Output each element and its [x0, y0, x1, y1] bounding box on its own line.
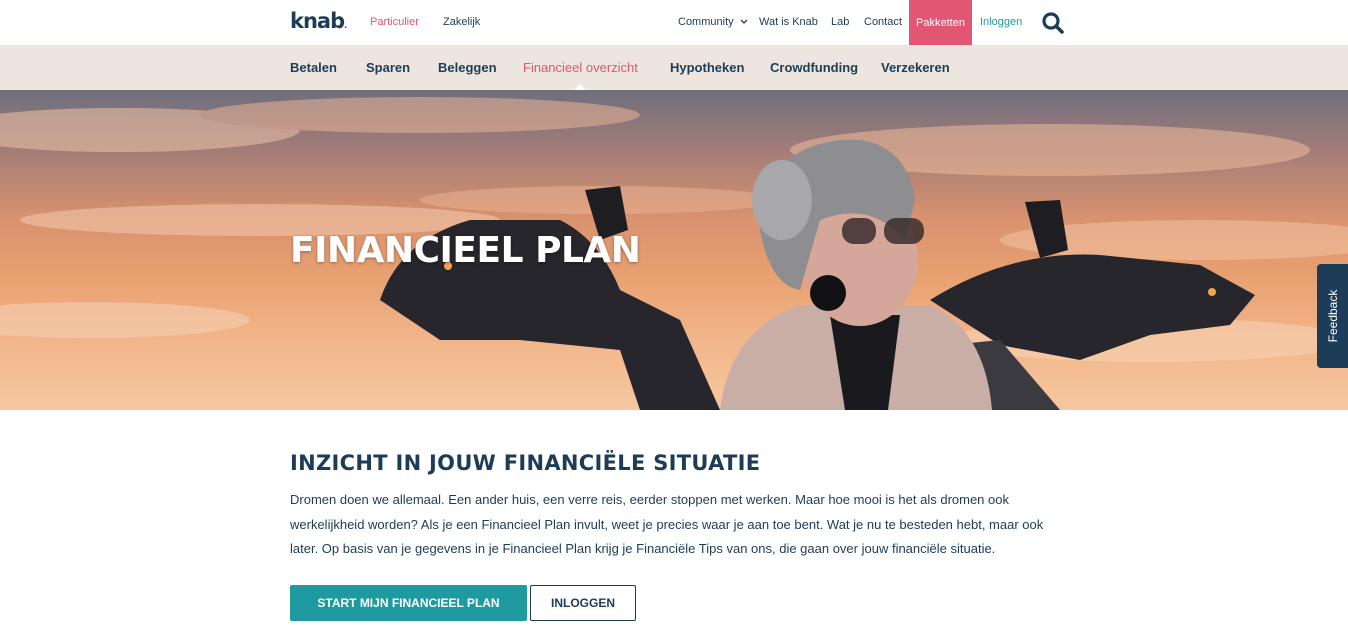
community-label: Community	[678, 16, 734, 28]
nav-beleggen[interactable]: Beleggen	[438, 60, 497, 75]
hero-banner: FINANCIEEL PLAN	[0, 90, 1348, 410]
nav-hypotheken[interactable]: Hypotheken	[670, 60, 744, 75]
nav-crowdfunding[interactable]: Crowdfunding	[770, 60, 858, 75]
nav-verzekeren[interactable]: Verzekeren	[881, 60, 950, 75]
feedback-label: Feedback	[1325, 289, 1340, 343]
section-title: INZICHT IN JOUW FINANCIËLE SITUATIE	[290, 451, 761, 475]
hero-title: FINANCIEEL PLAN	[290, 230, 641, 271]
section-body: Dromen doen we allemaal. Een ander huis,…	[290, 492, 1044, 556]
nav-financieel-overzicht[interactable]: Financieel overzicht	[523, 60, 638, 75]
lab-link[interactable]: Lab	[831, 16, 849, 28]
nav-sparen[interactable]: Sparen	[366, 60, 410, 75]
chevron-down-icon	[740, 19, 748, 24]
segment-particulier[interactable]: Particulier	[370, 16, 419, 28]
inloggen-button[interactable]: INLOGGEN	[530, 585, 636, 621]
nav-betalen[interactable]: Betalen	[290, 60, 337, 75]
start-financieel-plan-button[interactable]: START MIJN FINANCIEEL PLAN	[290, 585, 527, 621]
top-bar: knab. Particulier Zakelijk Community Wat…	[0, 0, 1348, 45]
knab-logo[interactable]: knab.	[290, 9, 347, 33]
hero-image	[0, 97, 1348, 410]
wat-is-knab-link[interactable]: Wat is Knab	[759, 16, 818, 28]
woman-figure	[720, 139, 992, 410]
active-nav-caret	[574, 84, 586, 90]
search-icon[interactable]	[1041, 11, 1065, 35]
contact-link[interactable]: Contact	[864, 16, 902, 28]
pakketten-button[interactable]: Pakketten	[909, 0, 972, 45]
segment-zakelijk[interactable]: Zakelijk	[443, 16, 480, 28]
community-menu[interactable]: Community	[678, 16, 748, 28]
main-nav: Betalen Sparen Beleggen Financieel overz…	[0, 45, 1348, 90]
inloggen-link[interactable]: Inloggen	[980, 16, 1022, 28]
feedback-tab[interactable]: Feedback	[1317, 264, 1348, 368]
